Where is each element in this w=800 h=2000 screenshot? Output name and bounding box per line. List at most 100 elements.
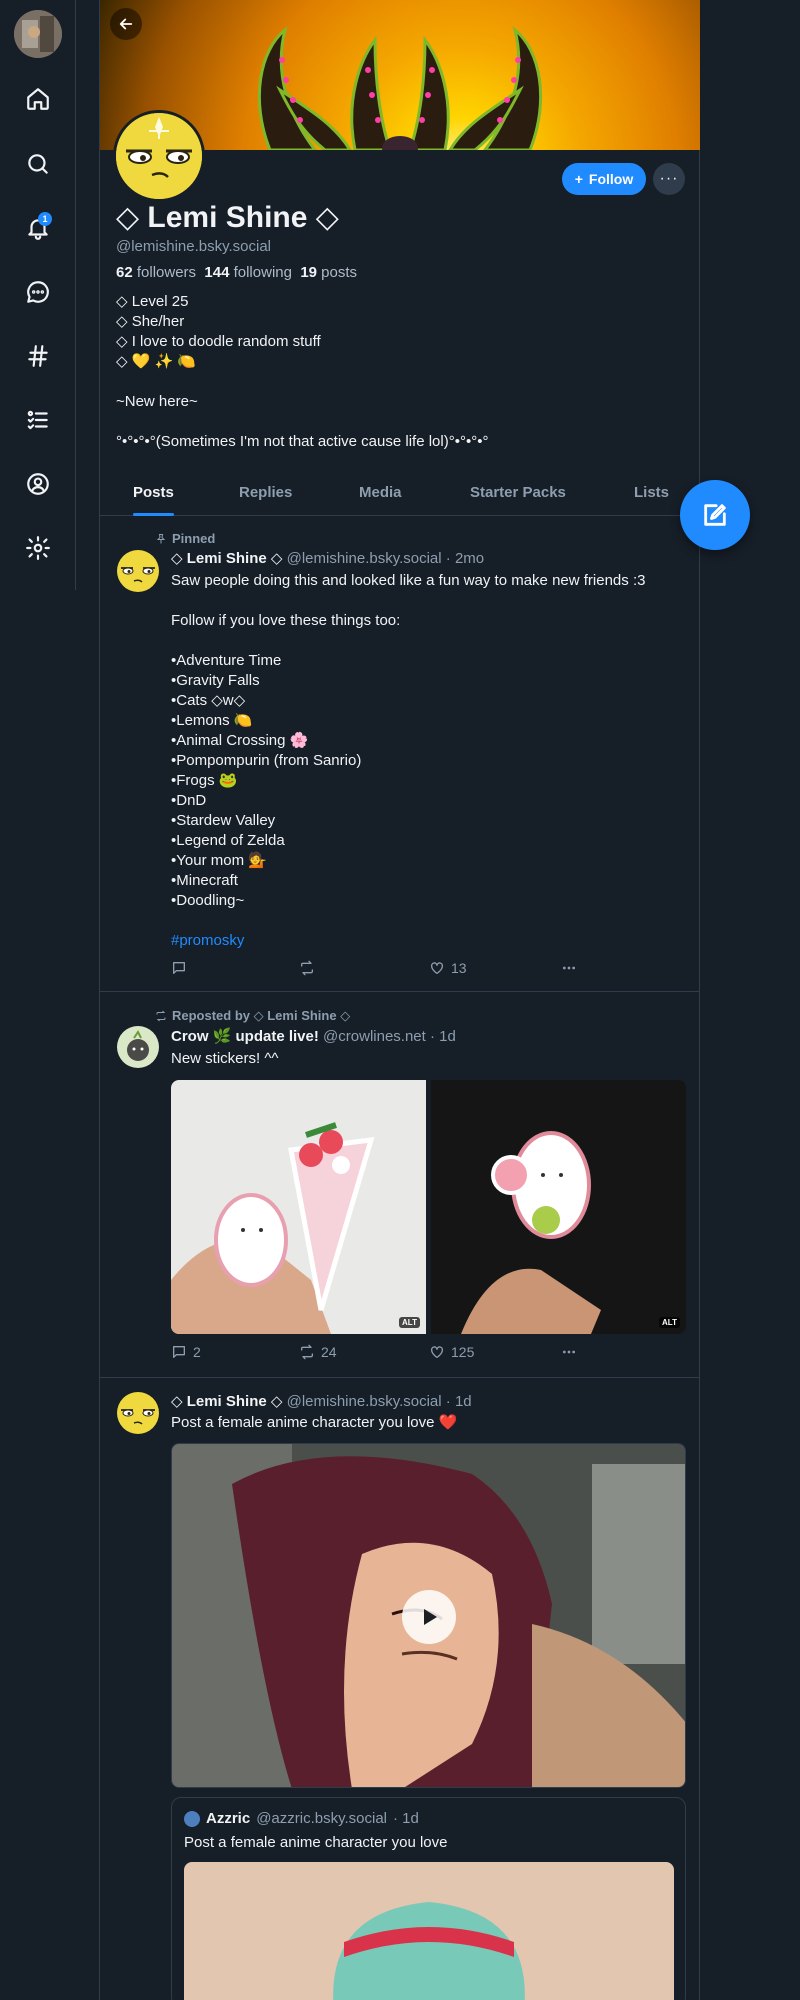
feeds-icon[interactable] (18, 336, 58, 376)
profile-handle: @lemishine.bsky.social (116, 238, 272, 255)
quote-author-handle[interactable]: @azzric.bsky.social (256, 1810, 387, 1827)
bio-line: ◇ 💛 ✨ 🍋 (116, 353, 197, 370)
profile-avatar[interactable] (113, 110, 205, 202)
post-author-avatar[interactable] (117, 550, 159, 592)
bio-line: ◇ I love to doodle random stuff (116, 333, 321, 350)
profile-icon[interactable] (18, 464, 58, 504)
quote-author-avatar[interactable] (184, 1810, 200, 1827)
back-button[interactable] (110, 8, 142, 40)
repost-icon (156, 1010, 166, 1022)
settings-icon[interactable] (18, 528, 58, 568)
post-divider (100, 991, 700, 992)
home-icon[interactable] (18, 79, 58, 119)
post-more-button[interactable] (561, 960, 577, 976)
like-button[interactable]: 13 (429, 960, 467, 976)
play-button[interactable] (402, 1590, 456, 1644)
post-line: •Minecraft (171, 872, 238, 889)
post-header: ◇ Lemi Shine ◇ @lemishine.bsky.social · … (171, 1392, 472, 1410)
post-line: •Doodling~ (171, 892, 245, 909)
alt-badge[interactable]: ALT (399, 1317, 420, 1328)
search-icon[interactable] (18, 144, 58, 184)
repost-icon (301, 960, 313, 976)
hashtag-link[interactable]: #promosky (171, 931, 645, 951)
quoted-post[interactable]: Azzric @azzric.bsky.social · 1d Post a f… (171, 1797, 686, 2000)
post-header: ◇ Lemi Shine ◇ @lemishine.bsky.social · … (171, 549, 484, 567)
bio-line: ◇ She/her (116, 313, 185, 330)
post-line: Follow if you love these things too: (171, 612, 401, 629)
post-header: Crow 🌿 update live! @crowlines.net · 1d (171, 1027, 456, 1045)
post-author-avatar[interactable] (117, 1392, 159, 1434)
tab-replies[interactable]: Replies (239, 476, 292, 516)
post-image[interactable]: ALT (171, 1080, 426, 1334)
following-count: 144 (204, 264, 230, 281)
post-time[interactable]: · 1d (446, 1393, 472, 1410)
post-line: •Legend of Zelda (171, 832, 285, 849)
post-line: •Your mom 💁 (171, 852, 267, 869)
post-author-handle[interactable]: @lemishine.bsky.social (287, 1393, 442, 1410)
following-label: following (233, 264, 292, 281)
follow-button[interactable]: + Follow (562, 163, 646, 195)
notifications-icon[interactable]: 1 (18, 208, 58, 248)
post-image[interactable]: ALT (431, 1080, 686, 1334)
post-line: •Pompompurin (from Sanrio) (171, 752, 362, 769)
reply-button[interactable] (171, 960, 193, 976)
post-time[interactable]: · 2mo (446, 550, 484, 567)
post-line: •DnD (171, 792, 207, 809)
repost-icon (301, 1344, 313, 1360)
following-link[interactable]: 144 following (204, 264, 292, 281)
tab-starter-packs[interactable]: Starter Packs (470, 476, 566, 516)
post-line: •Animal Crossing 🌸 (171, 732, 309, 749)
post-line: •Stardew Valley (171, 812, 276, 829)
bio-line: °•°•°•°(Sometimes I'm not that active ca… (116, 433, 489, 450)
lists-icon[interactable] (18, 400, 58, 440)
compose-icon (704, 504, 726, 526)
left-nav: 1 (0, 0, 76, 590)
notifications-badge: 1 (38, 212, 52, 226)
heart-icon (431, 1346, 443, 1358)
post-line: •Cats ◇w◇ (171, 692, 246, 709)
post-author-avatar[interactable] (117, 1026, 159, 1068)
post-line (171, 591, 645, 611)
plus-icon: + (574, 171, 583, 187)
tab-media[interactable]: Media (359, 476, 402, 516)
post-line: Saw people doing this and looked like a … (171, 572, 646, 589)
ellipsis-icon (563, 966, 575, 970)
video-player[interactable] (171, 1443, 686, 1788)
profile-tabs: Posts Replies Media Starter Packs Lists (100, 476, 700, 516)
post-author-handle[interactable]: @lemishine.bsky.social (287, 550, 442, 567)
profile-display-name: ◇ Lemi Shine ◇ (116, 201, 339, 234)
bio-line: ~New here~ (116, 393, 198, 410)
alt-badge[interactable]: ALT (659, 1317, 680, 1328)
ellipsis-icon (563, 1350, 575, 1354)
quote-time[interactable]: · 1d (393, 1810, 419, 1827)
post-line: Post a female anime character you love ❤… (171, 1414, 458, 1431)
post-body: Saw people doing this and looked like a … (171, 571, 645, 951)
post-time[interactable]: · 1d (430, 1028, 456, 1045)
tab-lists[interactable]: Lists (634, 476, 669, 516)
repost-button[interactable] (299, 960, 321, 976)
post-body: New stickers! ^^ (171, 1049, 278, 1069)
compose-button[interactable] (680, 480, 750, 550)
followers-link[interactable]: 62 followers (116, 264, 196, 281)
post-actions: 2 24 125 (171, 1344, 591, 1364)
like-button[interactable]: 125 (429, 1344, 474, 1360)
follow-label: Follow (588, 171, 634, 187)
followers-label: followers (136, 264, 197, 281)
post-line (171, 911, 645, 931)
quote-author-name[interactable]: Azzric (206, 1810, 250, 1827)
post-author-name[interactable]: ◇ Lemi Shine ◇ (171, 1393, 282, 1410)
followers-count: 62 (116, 264, 133, 281)
user-avatar[interactable] (14, 10, 62, 58)
reply-button[interactable]: 2 (171, 1344, 201, 1360)
post-author-name[interactable]: Crow 🌿 update live! (171, 1028, 319, 1045)
post-more-button[interactable] (561, 1344, 577, 1360)
reply-icon (173, 1346, 185, 1358)
post-author-name[interactable]: ◇ Lemi Shine ◇ (171, 550, 282, 567)
profile-more-button[interactable]: ··· (653, 163, 685, 195)
post-line: •Lemons 🍋 (171, 712, 253, 729)
post-author-handle[interactable]: @crowlines.net (323, 1028, 426, 1045)
tab-posts[interactable]: Posts (133, 476, 174, 516)
quote-image[interactable] (184, 1862, 674, 2000)
chat-icon[interactable] (18, 272, 58, 312)
repost-button[interactable]: 24 (299, 1344, 337, 1360)
